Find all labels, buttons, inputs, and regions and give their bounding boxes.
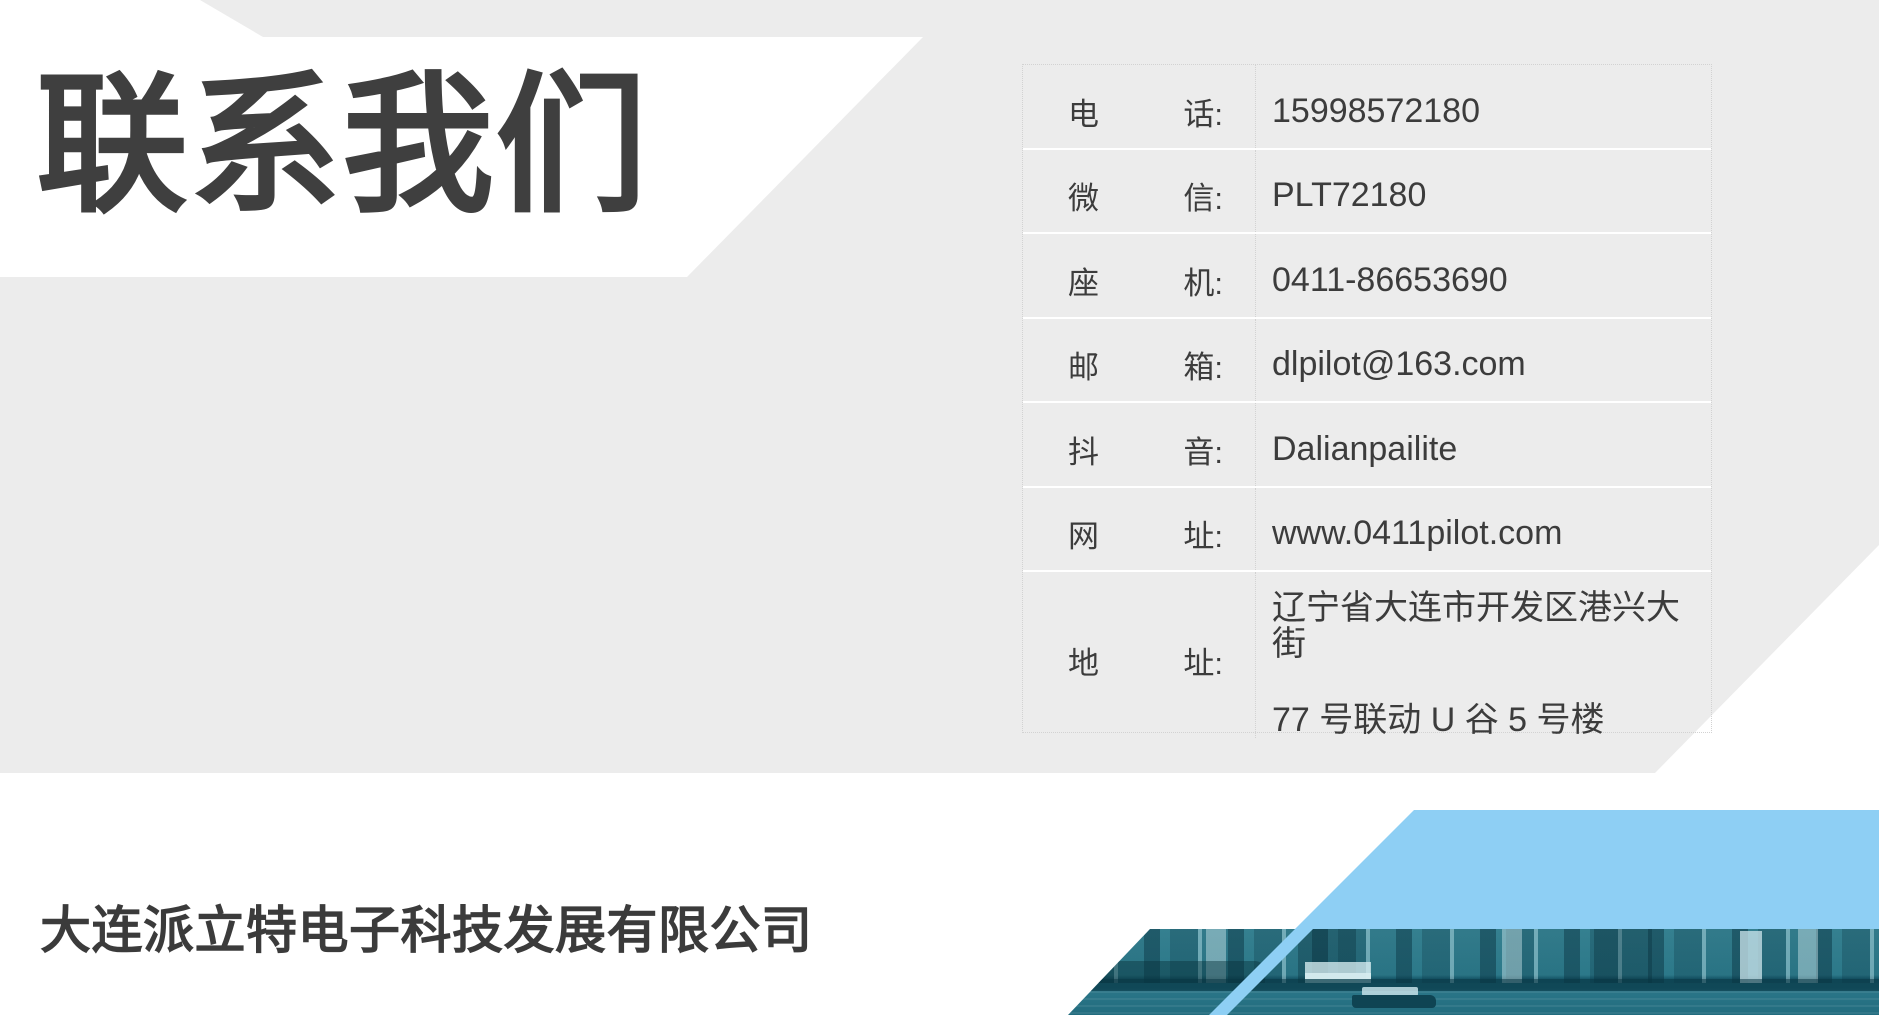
wechat-value: PLT72180 [1256,150,1711,233]
table-row-landline: 座 机: 0411-86653690 [1023,234,1711,319]
phone-value: 15998572180 [1256,65,1711,148]
address-label: 地 址: [1023,572,1256,738]
contact-slide: 联系我们 电 话: 15998572180 微 信: PLT72180 座 机: [0,0,1879,1015]
table-row-phone: 电 话: 15998572180 [1023,65,1711,150]
ferry-boat-hull [1352,995,1436,1008]
address-value: 辽宁省大连市开发区港兴大街 77 号联动 U 谷 5 号楼 [1256,572,1711,738]
page-title: 联系我们 [36,66,648,226]
landline-value: 0411-86653690 [1256,234,1711,317]
table-row-email: 邮 箱: dlpilot@163.com [1023,319,1711,404]
table-row-wechat: 微 信: PLT72180 [1023,150,1711,235]
email-value: dlpilot@163.com [1256,319,1711,402]
table-row-website: 网 址: www.0411pilot.com [1023,488,1711,573]
douyin-label: 抖 音: [1023,403,1256,486]
phone-label: 电 话: [1023,65,1256,148]
douyin-value: Dalianpailite [1256,403,1711,486]
address-line-1: 辽宁省大连市开发区港兴大街 [1272,590,1701,662]
light-tower-building [1740,931,1762,983]
table-row-douyin: 抖 音: Dalianpailite [1023,403,1711,488]
email-label: 邮 箱: [1023,319,1256,402]
landline-label: 座 机: [1023,234,1256,317]
water-reflections [1060,991,1879,1015]
website-value: www.0411pilot.com [1256,488,1711,571]
waterline-band [1060,979,1879,991]
contact-table: 电 话: 15998572180 微 信: PLT72180 座 机: 0411… [1022,64,1712,733]
company-name: 大连派立特电子科技发展有限公司 [40,889,813,963]
wechat-label: 微 信: [1023,150,1256,233]
website-label: 网 址: [1023,488,1256,571]
table-row-address: 地 址: 辽宁省大连市开发区港兴大街 77 号联动 U 谷 5 号楼 [1023,572,1711,738]
address-line-2: 77 号联动 U 谷 5 号楼 [1272,702,1605,738]
